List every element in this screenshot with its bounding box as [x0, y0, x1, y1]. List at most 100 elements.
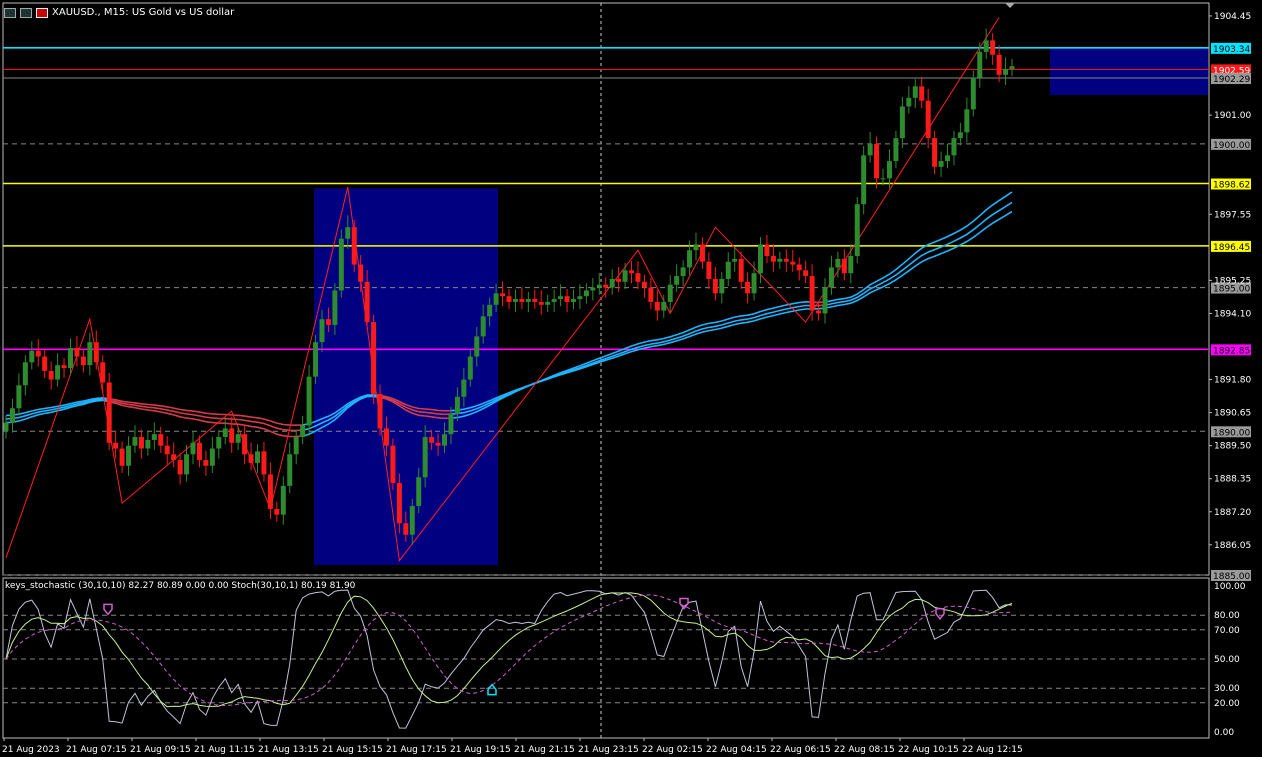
candle-body	[461, 379, 467, 397]
candle-body	[545, 301, 551, 305]
candle-body	[648, 287, 654, 302]
candle-body	[184, 454, 190, 475]
candle-body	[158, 434, 164, 446]
time-tick-label: 22 Aug 12:15	[962, 745, 1023, 755]
candle-body	[435, 442, 441, 446]
candle-body	[525, 299, 531, 302]
candle-body	[364, 281, 370, 323]
candle-body	[886, 161, 892, 179]
candle-body	[87, 342, 93, 366]
time-tick-label: 21 Aug 19:15	[450, 745, 511, 755]
price-tick-label: 1886.05	[1214, 541, 1251, 551]
price-tick-label: 1901.00	[1214, 111, 1251, 121]
candle-body	[61, 365, 67, 369]
candle-body	[932, 138, 938, 167]
candle-body	[396, 483, 402, 524]
candle-body	[80, 356, 86, 366]
candle-body	[151, 434, 157, 440]
candle-body	[416, 477, 422, 507]
candle-body	[919, 86, 925, 101]
candle-body	[661, 301, 667, 311]
candle-body	[912, 86, 918, 98]
candle-body	[216, 437, 222, 449]
candle-body	[570, 299, 576, 302]
price-tick-label: 1897.55	[1214, 210, 1251, 220]
candle-body	[267, 474, 273, 509]
chart-header: XAUUSD., M15: US Gold vs US dollar	[4, 6, 234, 20]
candle-body	[667, 284, 673, 302]
time-tick-label: 21 Aug 15:15	[322, 745, 383, 755]
candle-body	[616, 278, 622, 282]
candle-body	[512, 299, 518, 302]
candle-body	[699, 244, 705, 262]
moving-average-line	[450, 304, 813, 415]
candle-body	[1009, 66, 1015, 70]
candle-body	[442, 434, 448, 446]
candle-body	[564, 296, 570, 302]
price-tick-label: 1888.35	[1214, 475, 1251, 485]
time-tick-label: 21 Aug 13:15	[258, 745, 319, 755]
oscillator-tick-label: 70.00	[1214, 626, 1240, 636]
price-tick-label: 1895.25	[1214, 276, 1251, 286]
candle-body	[874, 143, 880, 179]
candle-body	[990, 40, 996, 55]
candle-body	[448, 414, 454, 435]
candle-body	[596, 284, 602, 288]
candle-body	[261, 451, 267, 475]
candle-body	[906, 97, 912, 107]
candle-body	[719, 278, 725, 294]
candle-body	[190, 442, 196, 455]
candle-body	[970, 77, 976, 110]
chart-grid-icon[interactable]	[20, 8, 32, 18]
candle-body	[429, 437, 435, 443]
candle-body	[358, 264, 364, 282]
candle-body	[55, 365, 61, 380]
chart-window-icon[interactable]	[4, 8, 16, 18]
candle-body	[93, 342, 99, 363]
price-tick-label: 1904.45	[1214, 12, 1251, 22]
oscillator-tick-label: 20.00	[1214, 699, 1240, 709]
candle-body	[22, 362, 28, 386]
candle-body	[680, 267, 686, 277]
price-tick-label: 1889.50	[1214, 442, 1251, 452]
candle-body	[113, 442, 119, 449]
time-tick-label: 21 Aug 21:15	[514, 745, 575, 755]
candle-body	[809, 276, 815, 311]
candle-body	[764, 244, 770, 256]
price-chart[interactable]: 1903.341902.591902.291900.001898.621896.…	[0, 0, 1262, 757]
candle-body	[287, 454, 293, 486]
candle-body	[745, 281, 751, 294]
moving-average-line	[109, 399, 303, 432]
candle-body	[1003, 69, 1009, 75]
candle-body	[74, 347, 80, 357]
time-tick-label: 21 Aug 07:15	[66, 745, 127, 755]
candle-body	[770, 255, 776, 262]
candle-body	[126, 445, 132, 466]
candle-body	[893, 138, 899, 162]
candle-body	[487, 304, 493, 317]
level-tag-1892-85: 1892.85	[1213, 346, 1250, 356]
candle-body	[629, 270, 635, 274]
candle-body	[641, 281, 647, 288]
candle-body	[403, 523, 409, 535]
candle-body	[977, 51, 983, 78]
oscillator-pane-frame	[2, 577, 1210, 739]
candle-body	[796, 264, 802, 271]
candle-body	[693, 244, 699, 251]
chart-flag-icon[interactable]	[36, 8, 48, 18]
candle-body	[409, 506, 415, 535]
candle-body	[590, 287, 596, 291]
candle-body	[171, 454, 177, 461]
time-tick-label: 21 Aug 09:15	[130, 745, 191, 755]
time-tick-label: 22 Aug 02:15	[642, 745, 703, 755]
candle-body	[822, 287, 828, 314]
time-tick-label: 22 Aug 04:15	[706, 745, 767, 755]
candle-body	[861, 155, 867, 205]
candle-body	[654, 301, 660, 311]
candle-body	[532, 299, 538, 302]
time-tick-label: 21 Aug 23:15	[578, 745, 639, 755]
candle-body	[751, 273, 757, 294]
level-tag-1900-00: 1900.00	[1213, 141, 1250, 151]
candle-body	[106, 382, 112, 443]
candle-body	[803, 270, 809, 277]
